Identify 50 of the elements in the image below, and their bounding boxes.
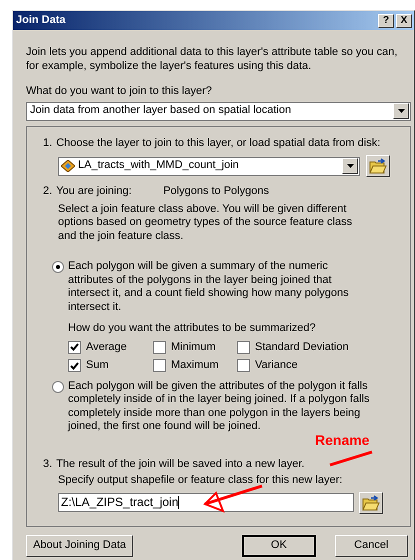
- ok-button[interactable]: OK: [242, 534, 316, 556]
- checkbox[interactable]: [237, 359, 250, 372]
- cancel-button[interactable]: Cancel: [334, 534, 408, 556]
- help-button[interactable]: ?: [378, 14, 394, 28]
- step-label: You are joining:: [56, 185, 133, 198]
- browse-button[interactable]: [359, 492, 383, 514]
- dropdown-button[interactable]: [342, 158, 358, 174]
- join-type-dropdown[interactable]: Join data from another layer based on spatial location: [26, 102, 411, 120]
- layer-name: LA_tracts_with_MMD_count_join: [78, 159, 239, 173]
- browse-button[interactable]: [366, 155, 390, 177]
- folder-icon: [362, 494, 380, 510]
- window-title: Join Data: [16, 14, 66, 28]
- step-number: 3.: [43, 458, 52, 471]
- join-type-value: Polygons to Polygons: [163, 185, 269, 198]
- step-number: 1.: [43, 136, 52, 150]
- step-number: 2.: [43, 185, 52, 198]
- checkbox-label: Variance: [255, 359, 298, 372]
- summary-question: How do you want the attributes to be summarized?: [68, 322, 317, 336]
- layer-dropdown[interactable]: LA_tracts_with_MMD_count_join: [58, 156, 360, 176]
- checkbox[interactable]: [237, 340, 250, 354]
- layer-icon: [61, 160, 75, 172]
- option-text: Each polygon will be given a summary of the numeric attributes of the polygons in the layer being joined that intersect it, and a count field showing how many polygons intersect it.: [68, 260, 350, 314]
- annotation-label: Rename: [315, 432, 370, 448]
- check-icon: [70, 362, 79, 370]
- checkbox-label: Standard Deviation: [255, 340, 349, 354]
- check-icon: [70, 343, 79, 352]
- step-label: The result of the join will be saved into a new layer.: [56, 458, 304, 471]
- checkbox-label: Maximum: [171, 359, 219, 372]
- close-button[interactable]: X: [396, 14, 412, 28]
- field-label: What do you want to join to this layer?: [26, 85, 213, 98]
- dropdown-button[interactable]: [393, 103, 409, 119]
- checkbox[interactable]: [68, 340, 81, 354]
- step-description: Select a join feature class above. You will be given different options based on geometry types of the source feature class and the join feature class.: [58, 202, 354, 243]
- checkbox[interactable]: [153, 340, 166, 354]
- checkbox-label: Sum: [86, 359, 109, 372]
- step-label: Choose the layer to join to this layer, or load spatial data from disk:: [56, 136, 380, 150]
- checkbox[interactable]: [68, 359, 81, 372]
- radio-button[interactable]: [52, 261, 64, 273]
- checkbox-label: Minimum: [171, 340, 216, 354]
- output-path-value: Z:\LA_ZIPS_tract_join: [61, 496, 178, 510]
- folder-icon: [369, 158, 387, 174]
- about-button[interactable]: About Joining Data: [26, 534, 134, 556]
- checkbox[interactable]: [153, 359, 166, 372]
- radio-button[interactable]: [52, 380, 64, 392]
- option-text: Each polygon will be given the attributes of the polygon it falls completely inside of in the layer being joined. If a polygon falls completely inside more than one polygon in the layers being joined, the first one found will be joined.: [68, 380, 370, 434]
- checkbox-label: Average: [86, 340, 127, 354]
- output-prompt: Specify output shapefile or feature class for this new layer:: [58, 474, 342, 488]
- output-path-field[interactable]: Z:\LA_ZIPS_tract_join: [58, 493, 354, 512]
- dropdown-value: Join data from another layer based on spatial location: [30, 104, 292, 118]
- intro-text: Join lets you append additional data to this layer's attribute table so you can, for example, symbolize the layer's features using this data.: [26, 46, 398, 73]
